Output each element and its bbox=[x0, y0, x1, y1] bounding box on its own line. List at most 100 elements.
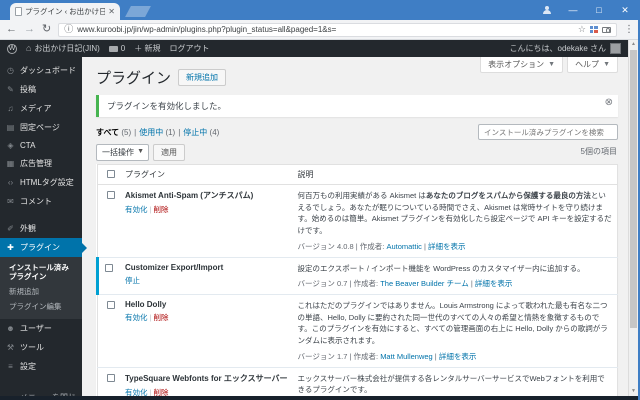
sidebar-item-label: ツール bbox=[20, 343, 44, 352]
sidebar-item-posts[interactable]: ✎ 投稿 bbox=[0, 80, 82, 99]
sidebar-item-users[interactable]: ☻ ユーザー bbox=[0, 319, 82, 338]
sidebar-item-label: HTMLタグ設定 bbox=[20, 178, 74, 187]
search-input[interactable] bbox=[478, 124, 618, 140]
row-actions: 有効化 | 削除 bbox=[125, 204, 288, 215]
info-icon[interactable]: ⓘ bbox=[64, 25, 73, 34]
sidebar-item-label: ダッシュボード bbox=[20, 66, 76, 75]
tab-close-icon[interactable]: ✕ bbox=[108, 7, 115, 16]
wp-admin-bar: W ⌂ お出かけ日記(JIN) 0 ＋ 新規 ログアウト こんにちは、odeka… bbox=[0, 40, 628, 57]
filter-count: (4) bbox=[209, 128, 220, 137]
sidebar-item-cta[interactable]: ◈ CTA bbox=[0, 137, 82, 154]
forward-icon[interactable]: → bbox=[24, 24, 35, 35]
scrollbar-thumb[interactable] bbox=[630, 50, 637, 328]
greeting-text[interactable]: こんにちは、odekake さん bbox=[510, 43, 606, 54]
profile-button[interactable] bbox=[534, 0, 560, 20]
camera-icon[interactable] bbox=[602, 26, 611, 33]
delete-link[interactable]: 削除 bbox=[153, 388, 168, 396]
page-scrollbar[interactable]: ▲ ▼ bbox=[628, 40, 638, 396]
settings-icon: ≡ bbox=[8, 362, 13, 371]
activate-link[interactable]: 有効化 bbox=[125, 313, 148, 322]
plugin-row: Hello Dolly 有効化 | 削除 これはただのプラグインではありません。Loui… bbox=[97, 294, 618, 368]
filter-0[interactable]: すべて (5) bbox=[96, 128, 131, 137]
filter-separator: | bbox=[134, 128, 137, 137]
list-controls: すべて (5)|使用中 (1)|停止中 (4) 一括操作 ▼ 適用 5個の項目 bbox=[96, 124, 618, 161]
browser-tab[interactable]: プラグイン ‹ お出かけ日記(JI ✕ bbox=[10, 3, 120, 20]
author-link[interactable]: The Beaver Builder チーム bbox=[380, 279, 469, 288]
screen-meta: 表示オプション ▼ ヘルプ ▼ bbox=[480, 57, 618, 73]
sidebar-item-media[interactable]: ♫ メディア bbox=[0, 99, 82, 118]
page-title: プラグイン bbox=[96, 70, 172, 87]
extension-icon[interactable] bbox=[590, 25, 598, 34]
comments-icon: ✉ bbox=[7, 197, 14, 206]
main-content: 表示オプション ▼ ヘルプ ▼ プラグイン 新規追加 プラグインを有効化しました… bbox=[82, 57, 628, 396]
details-link[interactable]: 詳細を表示 bbox=[475, 279, 513, 288]
row-name-cell: TypeSquare Webfonts for エックスサーバー 有効化 | 削除 bbox=[120, 367, 293, 396]
admin-bar-site[interactable]: ⌂ お出かけ日記(JIN) bbox=[26, 43, 100, 54]
delete-link[interactable]: 削除 bbox=[153, 313, 168, 322]
screen-options-button[interactable]: 表示オプション ▼ bbox=[480, 57, 564, 73]
scroll-up-icon[interactable]: ▲ bbox=[629, 40, 638, 49]
sidebar-item-ads[interactable]: ▦ 広告管理 bbox=[0, 154, 82, 173]
scroll-down-icon[interactable]: ▼ bbox=[629, 387, 638, 396]
sidebar-item-html-tags[interactable]: ‹› HTMLタグ設定 bbox=[0, 173, 82, 192]
activation-notice: プラグインを有効化しました。 ⊗ bbox=[96, 95, 618, 117]
sidebar-item-settings[interactable]: ≡ 設定 bbox=[0, 357, 82, 376]
row-checkbox[interactable] bbox=[107, 191, 115, 199]
site-name: お出かけ日記(JIN) bbox=[34, 44, 100, 53]
reload-icon[interactable]: ↻ bbox=[42, 24, 51, 35]
deactivate-link[interactable]: 停止 bbox=[125, 276, 140, 285]
row-checkbox[interactable] bbox=[107, 373, 115, 382]
wp-logo[interactable]: W bbox=[7, 43, 17, 54]
address-bar[interactable]: ⓘ www.kuroobi.jp/jin/wp-admin/plugins.ph… bbox=[58, 22, 617, 37]
details-link[interactable]: 詳細を表示 bbox=[439, 352, 477, 361]
row-checkbox[interactable] bbox=[105, 263, 113, 272]
select-all-checkbox[interactable] bbox=[107, 170, 115, 178]
help-button[interactable]: ヘルプ ▼ bbox=[567, 57, 618, 73]
ads-icon: ▦ bbox=[6, 159, 15, 168]
sidebar-item-pages[interactable]: ▤ 固定ページ bbox=[0, 118, 82, 137]
sidebar-item-dashboard[interactable]: ◷ ダッシュボード bbox=[0, 61, 82, 80]
plugin-description: 設定のエクスポート / インポート機能を WordPress のカスタマイザー内… bbox=[298, 263, 612, 275]
sidebar-subitem-2[interactable]: プラグイン編集 bbox=[0, 299, 82, 314]
sidebar-item-tools[interactable]: ⚒ ツール bbox=[0, 338, 82, 357]
items-count: 5個の項目 bbox=[580, 147, 617, 156]
sidebar-item-label: ユーザー bbox=[20, 324, 52, 333]
plugin-name: Akismet Anti-Spam (アンチスパム) bbox=[125, 191, 254, 200]
activate-link[interactable]: 有効化 bbox=[125, 205, 148, 214]
author-link[interactable]: Automattic bbox=[386, 242, 421, 251]
sidebar-item-appearance[interactable]: ✐ 外観 bbox=[0, 219, 82, 238]
author-link[interactable]: Matt Mullenweg bbox=[380, 352, 433, 361]
sidebar-item-comments[interactable]: ✉ コメント bbox=[0, 192, 82, 211]
tab-title: プラグイン ‹ お出かけ日記(JI bbox=[25, 7, 106, 16]
details-link[interactable]: 詳細を表示 bbox=[428, 242, 466, 251]
sidebar-item-plugins[interactable]: ✚ プラグイン bbox=[0, 238, 87, 257]
description-text: これはただのプラグインではありません。Louis Armstrong によって歌… bbox=[297, 301, 608, 345]
minimize-button[interactable]: — bbox=[560, 0, 586, 20]
sidebar-subitem-0[interactable]: インストール済みプラグイン bbox=[0, 260, 82, 285]
sidebar-subitem-1[interactable]: 新規追加 bbox=[0, 285, 82, 300]
sidebar-item-label: メディア bbox=[20, 104, 52, 113]
bookmark-star-icon[interactable]: ☆ bbox=[578, 25, 586, 34]
table-header-row: プラグイン 説明 bbox=[97, 164, 618, 185]
admin-bar-logout[interactable]: ログアウト bbox=[169, 43, 209, 54]
browser-menu-icon[interactable]: ⋮ bbox=[624, 24, 634, 35]
dashboard-icon: ◷ bbox=[7, 66, 14, 75]
admin-bar-comments[interactable]: 0 bbox=[108, 44, 125, 53]
filter-1[interactable]: 使用中 (1) bbox=[139, 128, 175, 137]
filter-2[interactable]: 停止中 (4) bbox=[183, 128, 219, 137]
admin-bar-new[interactable]: ＋ 新規 bbox=[134, 43, 160, 54]
apply-button[interactable]: 適用 bbox=[153, 144, 185, 161]
add-new-button[interactable]: 新規追加 bbox=[178, 69, 227, 86]
delete-link[interactable]: 削除 bbox=[153, 205, 168, 214]
bulk-action-select[interactable]: 一括操作 ▼ bbox=[96, 144, 149, 161]
dismiss-notice-icon[interactable]: ⊗ bbox=[605, 98, 613, 108]
back-icon[interactable]: ← bbox=[6, 24, 17, 35]
filter-label: すべて bbox=[96, 128, 122, 137]
new-tab-button[interactable] bbox=[125, 6, 151, 17]
close-button[interactable]: ✕ bbox=[612, 0, 638, 20]
media-icon: ♫ bbox=[7, 104, 14, 113]
maximize-button[interactable]: □ bbox=[586, 0, 612, 20]
activate-link[interactable]: 有効化 bbox=[125, 388, 148, 396]
window-controls: — □ ✕ bbox=[534, 0, 638, 20]
row-checkbox[interactable] bbox=[107, 301, 115, 310]
